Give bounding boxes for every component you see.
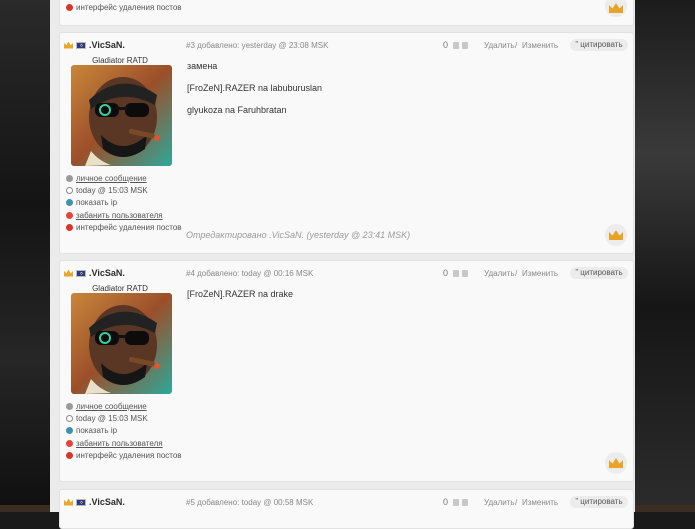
user-actions: личное сообщение today @ 15:03 MSK показ… xyxy=(66,400,216,461)
post-author: .VicSaN. xyxy=(64,496,176,508)
post-content: замена [FroZeN].RAZER na labuburuslan gl… xyxy=(187,61,617,127)
crown-icon xyxy=(609,3,623,13)
edit-post-link[interactable]: Изменить xyxy=(522,269,558,278)
post-header: #3 добавлено: yesterday @ 23:08 MSK 0 Уд… xyxy=(186,39,629,52)
background-right xyxy=(635,0,695,512)
delete-post-link[interactable]: Удалить xyxy=(484,498,515,507)
post-number-date: #5 добавлено: today @ 00:58 MSK xyxy=(186,498,314,507)
post-author: .VicSaN. Gladiator RATD xyxy=(64,267,176,293)
delete-interface-item[interactable]: интерфейс удаления постов xyxy=(66,1,216,13)
ban-icon xyxy=(66,439,73,447)
last-seen: today @ 15:03 MSK xyxy=(66,184,216,196)
private-message-link[interactable]: личное сообщение xyxy=(66,172,216,184)
edited-note: Отредактировано .VicSaN. (yesterday @ 23… xyxy=(186,230,411,240)
avatar[interactable] xyxy=(71,293,172,394)
show-ip-link[interactable]: показать ip xyxy=(66,197,216,209)
thumbs-down-icon[interactable] xyxy=(462,42,468,49)
eu-flag-icon xyxy=(76,269,86,277)
delete-icon xyxy=(66,451,73,459)
crown-reward-button[interactable] xyxy=(605,0,627,17)
post-header: #5 добавлено: today @ 00:58 MSK 0 Удалит… xyxy=(186,496,629,509)
crown-icon xyxy=(64,498,73,506)
private-message-link[interactable]: личное сообщение xyxy=(66,400,216,412)
author-nickname[interactable]: .VicSaN. xyxy=(89,40,125,50)
crown-icon xyxy=(64,269,73,277)
post-line: [FroZeN].RAZER na drake xyxy=(187,289,294,299)
last-seen: today @ 15:03 MSK xyxy=(66,412,216,424)
ip-icon xyxy=(66,199,73,207)
message-icon xyxy=(66,402,73,410)
author-nickname[interactable]: .VicSaN. xyxy=(89,497,125,507)
delete-post-link[interactable]: Удалить xyxy=(484,269,515,278)
quote-button[interactable]: ” цитировать xyxy=(570,267,628,279)
post-line: glyukoza na Faruhbratan xyxy=(187,105,287,115)
post-line: замена xyxy=(187,61,218,71)
post-score: 0 xyxy=(443,268,449,278)
separator: / xyxy=(515,498,518,507)
thumbs-down-icon[interactable] xyxy=(462,270,468,277)
delete-interface-item[interactable]: интерфейс удаления постов xyxy=(66,449,216,461)
edit-post-link[interactable]: Изменить xyxy=(522,41,558,50)
post-line: [FroZeN].RAZER na labuburuslan xyxy=(187,83,323,93)
crown-reward-button[interactable] xyxy=(605,452,627,474)
ban-user-link[interactable]: забанить пользователя xyxy=(66,209,216,221)
author-rank: Gladiator RATD xyxy=(92,284,148,293)
eu-flag-icon xyxy=(76,41,86,49)
edit-post-link[interactable]: Изменить xyxy=(522,498,558,507)
post-author: .VicSaN. Gladiator RATD xyxy=(64,39,176,65)
post-score: 0 xyxy=(443,40,449,50)
post-header: #4 добавлено: today @ 00:16 MSK 0 Удалит… xyxy=(186,267,629,280)
clock-icon xyxy=(66,414,73,422)
crown-reward-button[interactable] xyxy=(605,224,627,246)
quote-button[interactable]: ” цитировать xyxy=(570,496,628,508)
quote-button[interactable]: ” цитировать xyxy=(570,39,628,51)
eu-flag-icon xyxy=(76,498,86,506)
post-score: 0 xyxy=(443,497,449,507)
forum-post: .VicSaN. Gladiator RATD личное сообщение… xyxy=(59,32,634,254)
forum-page: интерфейс удаления постов .VicSaN. Gladi… xyxy=(50,0,635,529)
forum-post: .VicSaN. Gladiator RATD личное сообщение… xyxy=(59,260,634,482)
forum-post: интерфейс удаления постов xyxy=(59,0,634,26)
background-left xyxy=(0,0,50,512)
avatar[interactable] xyxy=(71,65,172,166)
ban-user-link[interactable]: забанить пользователя xyxy=(66,437,216,449)
separator: / xyxy=(515,269,518,278)
post-number-date: #3 добавлено: yesterday @ 23:08 MSK xyxy=(186,41,329,50)
separator: / xyxy=(515,41,518,50)
crown-icon xyxy=(609,230,623,240)
author-nickname[interactable]: .VicSaN. xyxy=(89,268,125,278)
author-rank: Gladiator RATD xyxy=(92,56,148,65)
delete-icon xyxy=(66,3,73,11)
crown-icon xyxy=(609,458,623,468)
thumbs-up-icon[interactable] xyxy=(453,499,459,506)
crown-icon xyxy=(64,41,73,49)
message-icon xyxy=(66,174,73,182)
clock-icon xyxy=(66,186,73,194)
forum-post: .VicSaN. #5 добавлено: today @ 00:58 MSK… xyxy=(59,489,634,529)
post-number-date: #4 добавлено: today @ 00:16 MSK xyxy=(186,269,314,278)
user-actions: интерфейс удаления постов xyxy=(66,1,216,13)
post-content: [FroZeN].RAZER na drake xyxy=(187,289,617,311)
ip-icon xyxy=(66,427,73,435)
thumbs-up-icon[interactable] xyxy=(453,42,459,49)
user-actions: личное сообщение today @ 15:03 MSK показ… xyxy=(66,172,216,233)
delete-icon xyxy=(66,223,73,231)
thumbs-down-icon[interactable] xyxy=(462,499,468,506)
delete-post-link[interactable]: Удалить xyxy=(484,41,515,50)
thumbs-up-icon[interactable] xyxy=(453,270,459,277)
ban-icon xyxy=(66,211,73,219)
show-ip-link[interactable]: показать ip xyxy=(66,425,216,437)
